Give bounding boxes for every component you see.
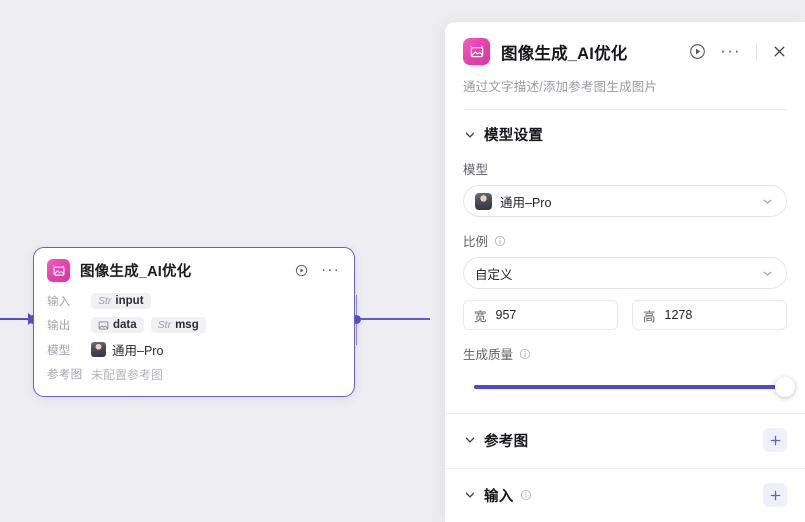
play-circle-icon[interactable] bbox=[689, 43, 706, 60]
chip-type-label: Str bbox=[158, 319, 171, 331]
header-divider bbox=[756, 43, 757, 61]
model-avatar bbox=[475, 193, 492, 210]
ellipsis-icon[interactable]: ··· bbox=[720, 47, 741, 56]
section-title: 模型设置 bbox=[484, 124, 543, 145]
slider-fill bbox=[474, 385, 784, 389]
section-reference-header[interactable]: 参考图 bbox=[463, 428, 787, 452]
node-row-output-label: 输出 bbox=[47, 317, 91, 333]
image-icon bbox=[98, 320, 109, 331]
section-model-settings-header[interactable]: 模型设置 bbox=[463, 124, 787, 145]
chip-input-str: Str input bbox=[91, 293, 151, 309]
quality-slider[interactable] bbox=[463, 377, 787, 397]
ratio-field-label: 比例 bbox=[463, 231, 787, 250]
node-model-value-wrap: 通用–Pro bbox=[91, 340, 163, 359]
chip-name-label: msg bbox=[175, 319, 199, 331]
panel-subtitle: 通过文字描述/添加参考图生成图片 bbox=[463, 76, 787, 110]
node-row-model: 模型 通用–Pro bbox=[47, 340, 341, 359]
panel-title: 图像生成_AI优化 bbox=[501, 40, 689, 64]
node-row-reference-label: 参考图 bbox=[47, 366, 91, 382]
chevron-down-icon[interactable] bbox=[463, 128, 477, 142]
node-config-panel: 图像生成_AI优化 ··· bbox=[445, 22, 805, 522]
chevron-down-icon bbox=[761, 267, 774, 280]
chip-type-label: Str bbox=[98, 295, 111, 307]
close-icon[interactable] bbox=[772, 44, 787, 59]
node-row-output: 输出 data Str msg bbox=[47, 316, 341, 334]
node-row-input-label: 输入 bbox=[47, 293, 91, 309]
node-row-input: 输入 Str input bbox=[47, 292, 341, 310]
section-input-params: 输入 参 bbox=[445, 469, 805, 522]
model-avatar bbox=[91, 342, 106, 357]
image-generate-icon bbox=[463, 38, 490, 65]
slider-thumb[interactable] bbox=[775, 377, 795, 397]
quality-label-text: 生成质量 bbox=[463, 344, 513, 363]
ellipsis-icon[interactable]: ··· bbox=[321, 266, 340, 275]
node-header: 图像生成_AI优化 ··· bbox=[34, 248, 354, 290]
outgoing-edge bbox=[360, 318, 430, 320]
section-reference-image: 参考图 bbox=[445, 414, 805, 469]
ratio-label-text: 比例 bbox=[463, 231, 488, 250]
width-prefix-label: 宽 bbox=[474, 306, 487, 325]
chevron-down-icon[interactable] bbox=[463, 488, 477, 502]
width-input[interactable]: 宽 957 bbox=[463, 300, 618, 330]
ratio-select-value: 自定义 bbox=[475, 264, 761, 283]
add-reference-button[interactable] bbox=[763, 428, 787, 452]
chevron-down-icon bbox=[761, 195, 774, 208]
chip-name-label: input bbox=[115, 295, 143, 307]
section-title: 输入 bbox=[484, 485, 514, 506]
node-title: 图像生成_AI优化 bbox=[80, 260, 295, 281]
flow-canvas[interactable]: 图像生成_AI优化 ··· 输入 bbox=[0, 0, 430, 522]
panel-header-actions: ··· bbox=[689, 43, 787, 61]
node-card-image-generate[interactable]: 图像生成_AI优化 ··· 输入 bbox=[33, 247, 355, 397]
panel-header-top: 图像生成_AI优化 ··· bbox=[463, 38, 787, 65]
node-row-reference: 参考图 未配置参考图 bbox=[47, 365, 341, 383]
node-row-model-label: 模型 bbox=[47, 342, 91, 358]
section-model-settings: 模型设置 模型 通用–Pro 比例 bbox=[445, 110, 805, 414]
ratio-select[interactable]: 自定义 bbox=[463, 257, 787, 289]
height-prefix-label: 高 bbox=[643, 306, 656, 325]
info-icon[interactable] bbox=[519, 348, 531, 360]
chip-name-label: data bbox=[113, 319, 137, 331]
node-model-value: 通用–Pro bbox=[112, 340, 163, 359]
width-value: 957 bbox=[496, 308, 517, 322]
model-select-value: 通用–Pro bbox=[500, 192, 761, 211]
chevron-down-icon[interactable] bbox=[463, 433, 477, 447]
node-reference-value: 未配置参考图 bbox=[91, 366, 163, 383]
workflow-editor: 图像生成_AI优化 ··· 输入 bbox=[0, 0, 805, 522]
node-body: 输入 Str input 输出 bbox=[34, 290, 354, 396]
quality-field-label: 生成质量 bbox=[463, 344, 787, 363]
height-input[interactable]: 高 1278 bbox=[632, 300, 787, 330]
section-title: 参考图 bbox=[484, 430, 528, 451]
info-icon[interactable] bbox=[494, 235, 506, 247]
model-select[interactable]: 通用–Pro bbox=[463, 185, 787, 217]
height-value: 1278 bbox=[665, 308, 693, 322]
section-input-header[interactable]: 输入 bbox=[463, 483, 787, 507]
panel-header: 图像生成_AI优化 ··· bbox=[445, 22, 805, 110]
dimension-row: 宽 957 高 1278 bbox=[463, 300, 787, 330]
node-actions: ··· bbox=[295, 264, 342, 277]
chip-output-data: data bbox=[91, 317, 144, 333]
panel-body[interactable]: 模型设置 模型 通用–Pro 比例 bbox=[445, 110, 805, 522]
model-field-label: 模型 bbox=[463, 159, 787, 178]
add-input-param-button[interactable] bbox=[763, 483, 787, 507]
info-icon[interactable] bbox=[520, 489, 532, 501]
chip-output-msg: Str msg bbox=[151, 317, 206, 333]
play-circle-icon[interactable] bbox=[295, 264, 308, 277]
image-generate-icon bbox=[47, 259, 70, 282]
